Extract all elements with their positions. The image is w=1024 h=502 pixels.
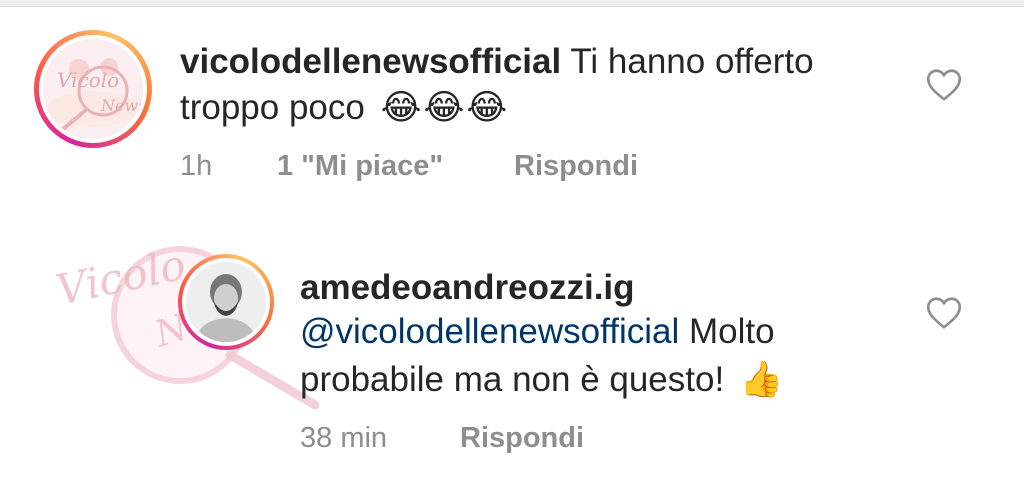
svg-text:News: News — [100, 96, 143, 115]
user-photo-icon — [186, 262, 266, 342]
svg-text:Vicolo: Vicolo — [52, 245, 190, 315]
comment-text: @vicolodellenewsofficial Molto — [300, 308, 775, 356]
svg-text:Vicolo: Vicolo — [57, 68, 119, 92]
heart-icon[interactable] — [926, 68, 962, 102]
vicolo-logo-icon: Vicolo News — [43, 39, 143, 139]
top-divider — [0, 0, 1024, 7]
avatar[interactable] — [178, 254, 274, 350]
comment-username[interactable]: amedeoandreozzi.ig — [300, 268, 635, 307]
comment-text-line2: probabile ma non è questo! 👍 — [300, 356, 784, 404]
comment-body-line2: troppo poco — [180, 88, 365, 127]
thumbs-up-emoji-icon: 👍 — [739, 360, 784, 399]
comment-body-line2: probabile ma non è questo! — [300, 360, 725, 399]
reply-button[interactable]: Rispondi — [460, 422, 584, 455]
comment-time: 38 min — [300, 422, 388, 454]
avatar[interactable]: Vicolo News — [34, 30, 152, 148]
reply-button[interactable]: Rispondi — [514, 150, 638, 183]
likes-count[interactable]: 1 "Mi piace" — [277, 150, 443, 183]
watermark-logo-icon: Vicolo News delle — [52, 245, 320, 410]
mention-link[interactable]: @vicolodellenewsofficial — [300, 312, 679, 351]
comment-username-line: amedeoandreozzi.ig — [300, 264, 635, 312]
laughing-emoji-icon: 😂😂😂 — [380, 88, 510, 127]
comment-body-line1: Molto — [688, 312, 775, 351]
comment-text-line2: troppo poco 😂😂😂 — [180, 84, 509, 132]
comment-username[interactable]: vicolodellenewsofficial — [180, 42, 561, 81]
comment-text: vicolodellenewsofficial Ti hanno offerto — [180, 38, 814, 86]
comment-body-line1: Ti hanno offerto — [570, 42, 814, 81]
heart-icon[interactable] — [926, 296, 962, 330]
comment-time: 1h — [180, 150, 213, 182]
